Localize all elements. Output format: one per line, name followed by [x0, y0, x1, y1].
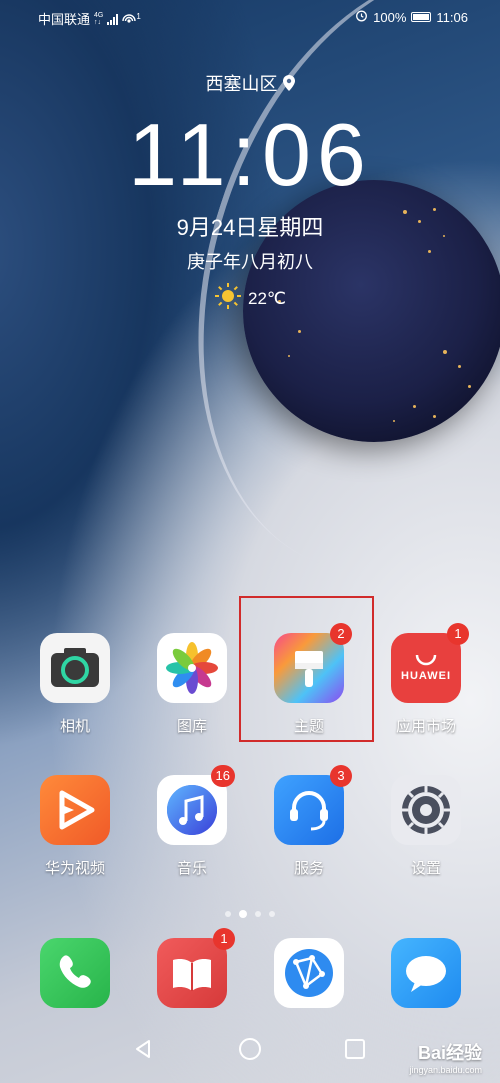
book-icon: 1: [157, 928, 235, 1008]
service-badge: 3: [330, 765, 352, 787]
battery-percent: 100%: [373, 9, 407, 25]
music-badge: 16: [210, 765, 235, 787]
settings-gear-icon: [391, 775, 461, 845]
phone-icon: [40, 938, 110, 1008]
music-icon: 16: [157, 765, 235, 845]
appgallery-badge: 1: [447, 623, 469, 645]
status-bar: 中国联通 4G ↑↓ 1 100% 11:06: [0, 0, 500, 32]
huawei-brand-label: HUAWEI: [401, 670, 451, 682]
dock-browser[interactable]: [259, 938, 359, 1008]
temperature-label: 22℃: [247, 288, 286, 308]
back-button[interactable]: [132, 1038, 154, 1064]
status-time: 11:06: [436, 9, 468, 25]
page-indicator[interactable]: [0, 910, 500, 918]
messages-icon: [391, 938, 461, 1008]
baidu-jingyan-watermark: Bai经验 jingyan.baidu.com: [409, 1043, 482, 1075]
hotspot-icon: 1: [122, 12, 141, 26]
service-headset-icon: 3: [274, 765, 352, 845]
app-appgallery[interactable]: HUAWEI 1 应用市场: [376, 623, 476, 736]
appgallery-icon: HUAWEI 1: [391, 623, 469, 703]
date-label: 9月24日星期四: [176, 215, 324, 240]
battery-icon: [411, 12, 432, 22]
lockscreen-clock: 11:06: [128, 105, 372, 204]
signal-icon: [107, 13, 119, 25]
browser-icon: [274, 938, 344, 1008]
network-type-indicator: 4G ↑↓: [94, 11, 104, 26]
dock-messages[interactable]: [376, 938, 476, 1008]
location-label: 西塞山区: [0, 70, 500, 96]
dock-phone[interactable]: [25, 938, 125, 1008]
app-camera[interactable]: 相机: [25, 633, 125, 736]
weather-widget[interactable]: 22℃: [0, 282, 500, 315]
app-gallery[interactable]: 图库: [142, 633, 242, 736]
dock-books[interactable]: 1: [142, 928, 242, 1008]
books-badge: 1: [213, 928, 235, 950]
themes-highlight-box: [239, 596, 374, 742]
lunar-date-label: 庚子年八月初八: [187, 252, 313, 272]
app-huawei-video[interactable]: 华为视频: [25, 775, 125, 878]
location-pin-icon: [282, 74, 295, 96]
gallery-icon: [157, 633, 227, 703]
app-music[interactable]: 16 音乐: [142, 765, 242, 878]
camera-icon: [40, 633, 110, 703]
alarm-icon: [355, 9, 368, 25]
app-settings[interactable]: 设置: [376, 775, 476, 878]
app-service[interactable]: 3 服务: [259, 765, 359, 878]
carrier-label: 中国联通: [38, 12, 91, 27]
recents-button[interactable]: [345, 1039, 365, 1063]
sun-icon: [214, 282, 242, 315]
video-icon: [40, 775, 110, 845]
home-button[interactable]: [238, 1037, 262, 1065]
